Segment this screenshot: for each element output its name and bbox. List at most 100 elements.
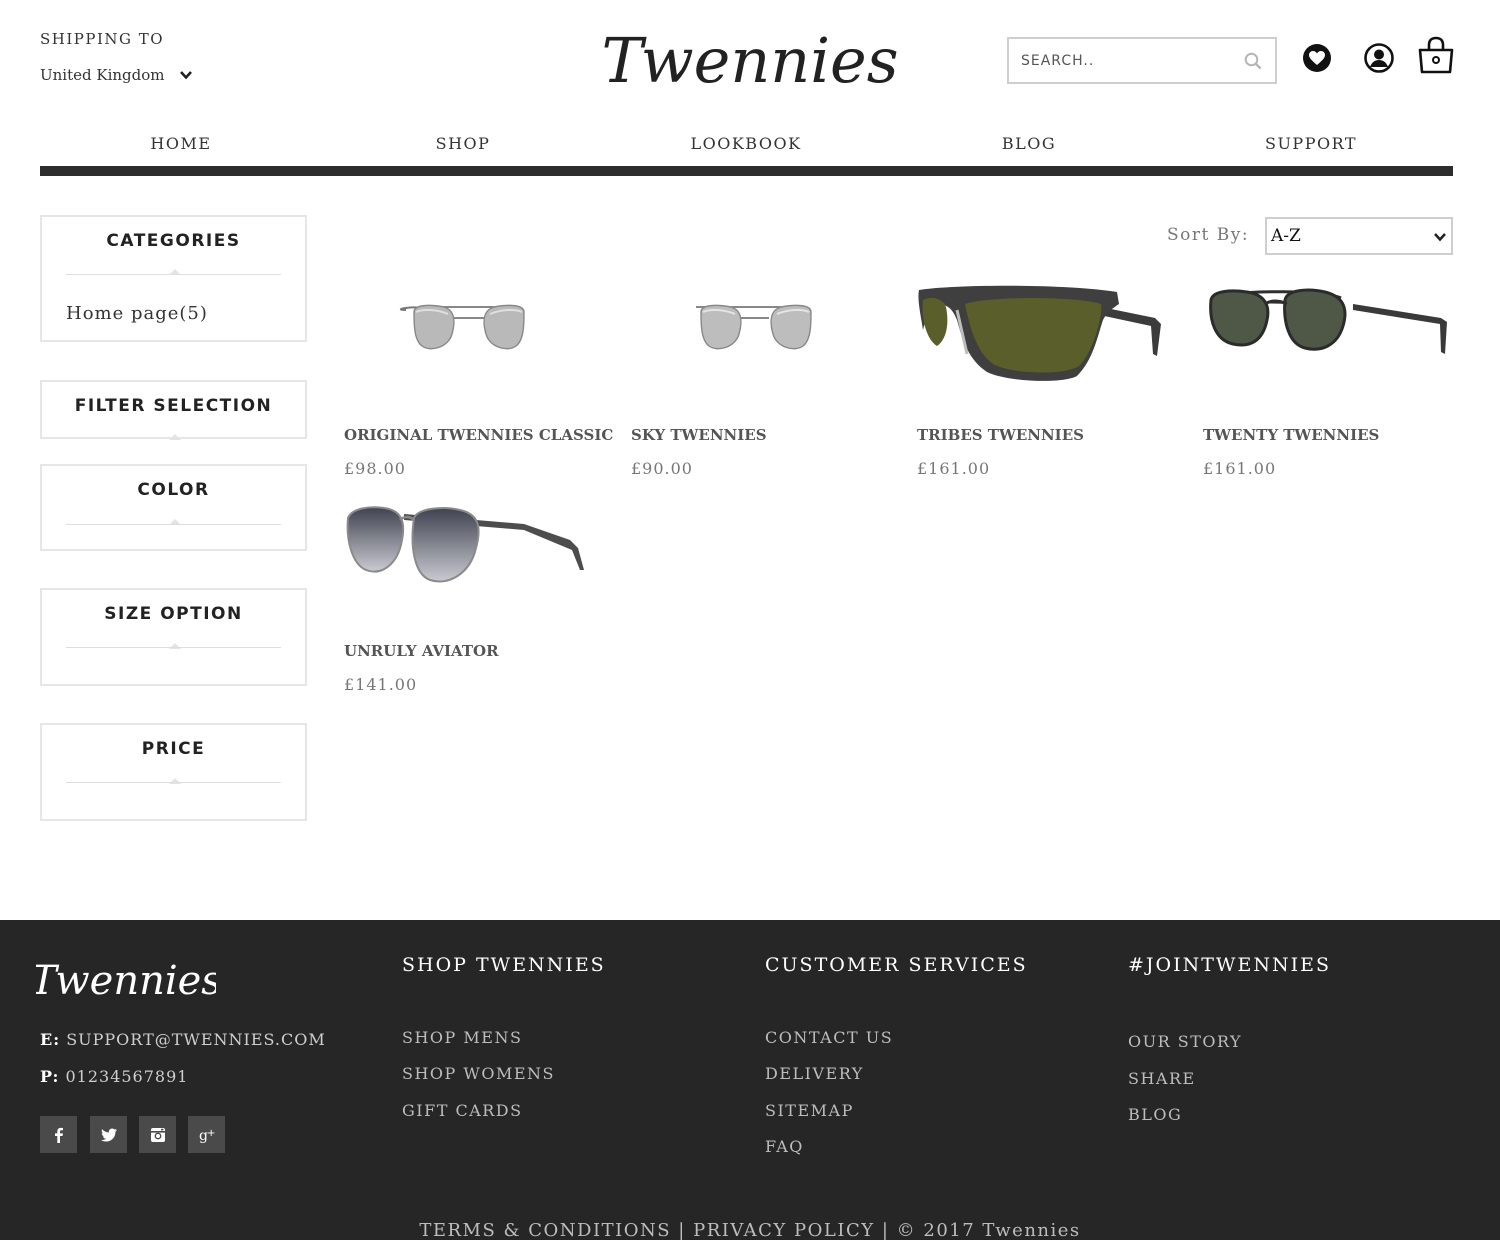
footer-link-share[interactable]: SHARE (1128, 1069, 1196, 1088)
product-lens (1283, 288, 1347, 351)
product-name[interactable]: TRIBES TWENNIES (917, 426, 1084, 444)
product-card[interactable]: ORIGINAL TWENNIES CLASSIC £98.00 (344, 260, 613, 490)
facebook-button[interactable] (40, 1116, 77, 1153)
account-button[interactable] (1360, 38, 1398, 76)
footer-link-shop-mens[interactable]: SHOP MENS (402, 1028, 522, 1047)
footer-link-shop-womens[interactable]: SHOP WOMENS (402, 1064, 555, 1083)
categories-title[interactable]: CATEGORIES (42, 231, 305, 251)
chevron-down-icon (1433, 229, 1447, 243)
footer-brand-logo-text: Twennies (36, 958, 216, 1004)
nav-shop[interactable]: SHOP (436, 134, 491, 153)
color-panel[interactable]: COLOR (40, 464, 307, 551)
sort-by-value: A-Z (1271, 226, 1301, 246)
product-image[interactable] (1203, 260, 1453, 400)
copyright-text: © 2017 Twennies (896, 1220, 1081, 1240)
user-icon (1364, 43, 1394, 73)
footer-link-faq[interactable]: FAQ (765, 1137, 804, 1156)
price-title: PRICE (141, 739, 206, 759)
instagram-button[interactable] (139, 1116, 176, 1153)
search-input[interactable] (1021, 52, 1243, 69)
divider (66, 782, 281, 783)
product-price: £98.00 (344, 459, 406, 478)
email-link[interactable]: SUPPORT@TWENNIES.COM (66, 1030, 326, 1049)
product-price: £161.00 (917, 459, 991, 478)
caret-icon (169, 434, 181, 440)
footer-link-contact-us[interactable]: CONTACT US (765, 1028, 893, 1047)
product-image[interactable] (631, 260, 881, 400)
size-option-panel[interactable]: SIZE OPTION (40, 588, 307, 686)
twitter-button[interactable] (90, 1116, 127, 1153)
terms-link[interactable]: TERMS & CONDITIONS (419, 1220, 671, 1240)
nav-support[interactable]: SUPPORT (1265, 134, 1357, 153)
legal-separator: | (881, 1220, 890, 1240)
phone-label: P: (40, 1067, 60, 1086)
shipping-label: SHIPPING TO (40, 30, 165, 48)
price-panel[interactable]: PRICE (40, 723, 307, 821)
brand-logo[interactable]: Twennies (600, 8, 900, 108)
product-name[interactable]: UNRULY AVIATOR (344, 642, 499, 660)
footer-col-customer-services-title: CUSTOMER SERVICES (765, 954, 1028, 976)
product-lens (1209, 289, 1270, 347)
footer-link-sitemap[interactable]: SITEMAP (765, 1101, 854, 1120)
product-lens (483, 304, 525, 350)
product-image[interactable] (917, 260, 1167, 400)
google-plus-button[interactable]: g + (188, 1116, 225, 1153)
footer-link-blog[interactable]: BLOG (1128, 1105, 1182, 1124)
search-box[interactable] (1007, 37, 1277, 84)
product-lens (700, 304, 742, 350)
product-card[interactable]: TWENTY TWENNIES £161.00 (1203, 260, 1453, 490)
legal-separator: | (678, 1220, 686, 1240)
phone-number[interactable]: 01234567891 (65, 1067, 188, 1086)
product-lens (413, 304, 455, 350)
product-name[interactable]: SKY TWENNIES (631, 426, 767, 444)
email-label: E: (40, 1030, 61, 1049)
heart-icon (1303, 44, 1331, 72)
product-image[interactable] (344, 260, 594, 400)
cart-button[interactable] (1416, 34, 1456, 76)
footer-legal-bar: TERMS & CONDITIONS | PRIVACY POLICY | © … (0, 1220, 1500, 1240)
category-link-home-page[interactable]: Home page(5) (66, 303, 208, 324)
size-option-title: SIZE OPTION (104, 604, 243, 624)
footer-email: E: SUPPORT@TWENNIES.COM (40, 1030, 326, 1049)
product-price: £90.00 (631, 459, 693, 478)
product-name[interactable]: TWENTY TWENNIES (1203, 426, 1379, 444)
nav-blog[interactable]: BLOG (1002, 134, 1056, 153)
product-card[interactable]: SKY TWENNIES £90.00 (631, 260, 881, 490)
product-lens (770, 304, 812, 350)
footer-phone: P: 01234567891 (40, 1067, 188, 1086)
nav-lookbook[interactable]: LOOKBOOK (690, 134, 801, 153)
search-icon[interactable] (1243, 51, 1263, 71)
sort-by-select[interactable]: A-Z (1265, 217, 1453, 255)
site-footer: Twennies E: SUPPORT@TWENNIES.COM P: 0123… (0, 920, 1500, 1240)
google-plus-icon: g + (199, 1128, 215, 1144)
instagram-icon (150, 1127, 165, 1142)
footer-brand-logo[interactable]: Twennies (30, 942, 222, 1012)
wishlist-button[interactable] (1298, 38, 1336, 76)
footer-link-gift-cards[interactable]: GIFT CARDS (402, 1101, 523, 1120)
product-lens (922, 297, 948, 346)
categories-panel: CATEGORIES Home page(5) (40, 215, 307, 342)
product-price: £141.00 (344, 675, 418, 694)
product-card[interactable]: UNRULY AVIATOR £141.00 (344, 490, 594, 710)
privacy-link[interactable]: PRIVACY POLICY (693, 1220, 875, 1240)
facebook-icon (54, 1127, 63, 1143)
shipping-country-value: United Kingdom (40, 66, 165, 84)
shipping-country-dropdown[interactable]: United Kingdom (40, 66, 193, 84)
nav-home[interactable]: HOME (150, 134, 211, 153)
product-image[interactable] (344, 490, 594, 630)
divider (66, 647, 281, 648)
caret-icon (169, 643, 181, 649)
divider (66, 524, 281, 525)
caret-icon (169, 778, 181, 784)
shopping-bag-icon (1418, 36, 1454, 74)
twitter-icon (100, 1128, 117, 1141)
product-card[interactable]: TRIBES TWENNIES £161.00 (917, 260, 1167, 490)
footer-link-our-story[interactable]: OUR STORY (1128, 1032, 1242, 1051)
footer-col-jointwennies-title: #JOINTWENNIES (1128, 954, 1331, 976)
main-nav: HOME SHOP LOOKBOOK BLOG SUPPORT (40, 128, 1453, 176)
site-header: SHIPPING TO United Kingdom Twennies SEAR… (0, 0, 1500, 180)
divider (66, 274, 281, 275)
footer-link-delivery[interactable]: DELIVERY (765, 1064, 864, 1083)
filter-selection-panel[interactable]: FILTER SELECTION (40, 380, 307, 440)
product-name[interactable]: ORIGINAL TWENNIES CLASSIC (344, 426, 613, 444)
